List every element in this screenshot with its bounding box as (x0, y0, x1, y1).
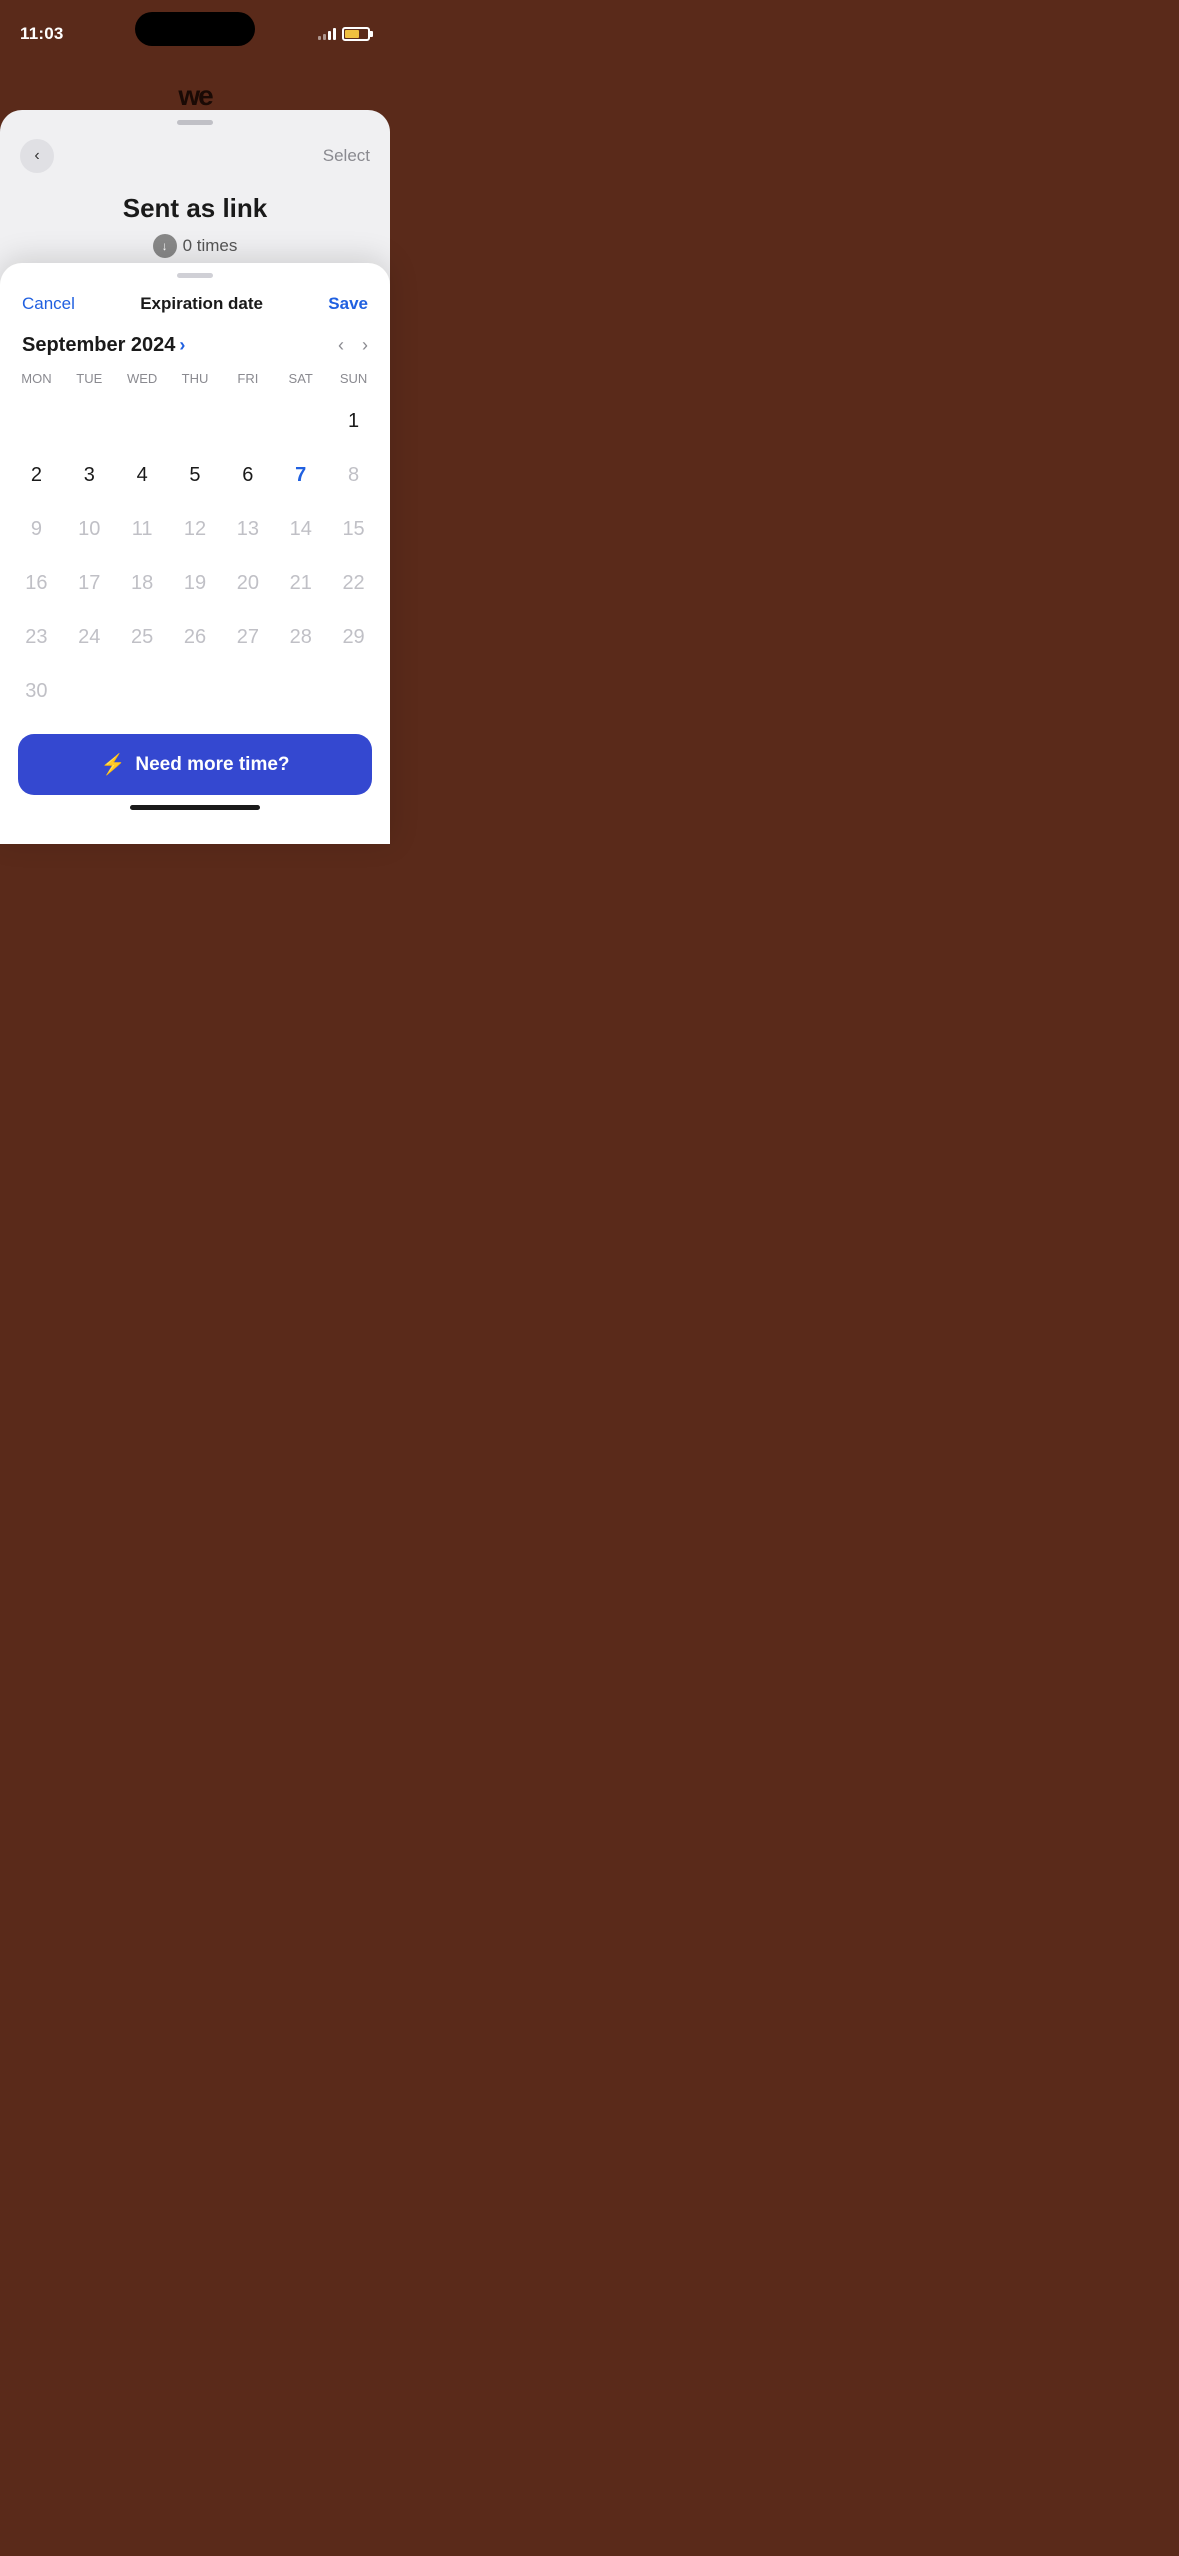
cal-day-28[interactable]: 28 (274, 614, 327, 660)
cal-empty (63, 398, 116, 444)
cal-day-24[interactable]: 24 (63, 614, 116, 660)
cal-day-10[interactable]: 10 (63, 506, 116, 552)
cal-day-30[interactable]: 30 (10, 668, 63, 714)
cal-day-4[interactable]: 4 (116, 452, 169, 498)
home-indicator (130, 805, 260, 810)
month-nav-arrows: ‹ › (338, 335, 368, 356)
cal-day-9[interactable]: 9 (10, 506, 63, 552)
sent-title: Sent as link (20, 193, 370, 224)
calendar-week-1: 1 (0, 394, 390, 448)
cal-day-16[interactable]: 16 (10, 560, 63, 606)
next-month-button[interactable]: › (362, 335, 368, 356)
cal-day-8[interactable]: 8 (327, 452, 380, 498)
cal-empty (274, 398, 327, 444)
month-navigation: September 2024 › ‹ › (0, 322, 390, 363)
cal-day-12[interactable]: 12 (169, 506, 222, 552)
calendar-week-6: 30 (0, 664, 390, 718)
calendar-week-4: 16 17 18 19 20 21 22 (0, 556, 390, 610)
calendar-week-3: 9 10 11 12 13 14 15 (0, 502, 390, 556)
cal-day-29[interactable]: 29 (327, 614, 380, 660)
calendar-header: Cancel Expiration date Save (0, 278, 390, 322)
weekday-row: MON TUE WED THU FRI SAT SUN (0, 363, 390, 394)
download-count: 0 times (183, 236, 238, 256)
cal-day-22[interactable]: 22 (327, 560, 380, 606)
status-time: 11:03 (20, 24, 64, 44)
cal-empty (274, 668, 327, 714)
expiration-date-title: Expiration date (140, 294, 263, 314)
logo-area: we (0, 80, 390, 112)
cal-day-5[interactable]: 5 (169, 452, 222, 498)
weekday-wed: WED (116, 367, 169, 390)
cal-day-7-selected[interactable]: 7 (274, 452, 327, 498)
download-icon: ↓ (153, 234, 177, 258)
cal-empty (10, 398, 63, 444)
battery-icon (342, 27, 370, 41)
cal-day-19[interactable]: 19 (169, 560, 222, 606)
weekday-sat: SAT (274, 367, 327, 390)
cal-day-18[interactable]: 18 (116, 560, 169, 606)
cal-day-20[interactable]: 20 (221, 560, 274, 606)
cal-empty (221, 398, 274, 444)
weekday-mon: MON (10, 367, 63, 390)
cal-empty (116, 398, 169, 444)
cal-day-23[interactable]: 23 (10, 614, 63, 660)
cal-day-27[interactable]: 27 (221, 614, 274, 660)
dynamic-island (135, 12, 255, 46)
cal-empty (169, 668, 222, 714)
cal-empty (327, 668, 380, 714)
cal-day-11[interactable]: 11 (116, 506, 169, 552)
weekday-fri: FRI (221, 367, 274, 390)
app-logo: we (178, 80, 211, 112)
cal-day-2[interactable]: 2 (10, 452, 63, 498)
save-button[interactable]: Save (328, 294, 368, 314)
weekday-thu: THU (169, 367, 222, 390)
cal-day-21[interactable]: 21 (274, 560, 327, 606)
cal-day-25[interactable]: 25 (116, 614, 169, 660)
month-label: September 2024 (22, 334, 175, 357)
weekday-sun: SUN (327, 367, 380, 390)
cal-day-3[interactable]: 3 (63, 452, 116, 498)
cal-empty (169, 398, 222, 444)
back-button[interactable]: ‹ (20, 139, 54, 173)
cal-day-14[interactable]: 14 (274, 506, 327, 552)
signal-icon (318, 28, 336, 40)
cal-day-6[interactable]: 6 (221, 452, 274, 498)
select-button[interactable]: Select (323, 142, 370, 170)
month-title: September 2024 › (22, 334, 185, 357)
weekday-tue: TUE (63, 367, 116, 390)
cal-empty (63, 668, 116, 714)
calendar-week-2: 2 3 4 5 6 7 8 (0, 448, 390, 502)
month-expand-icon[interactable]: › (179, 335, 185, 356)
prev-month-button[interactable]: ‹ (338, 335, 344, 356)
cal-day-13[interactable]: 13 (221, 506, 274, 552)
cal-empty (221, 668, 274, 714)
cal-day-17[interactable]: 17 (63, 560, 116, 606)
cal-day-1[interactable]: 1 (327, 398, 380, 444)
back-arrow-icon: ‹ (34, 148, 39, 164)
cal-day-15[interactable]: 15 (327, 506, 380, 552)
bolt-icon: ⚡ (100, 752, 125, 777)
calendar-week-5: 23 24 25 26 27 28 29 (0, 610, 390, 664)
need-more-time-label: Need more time? (135, 754, 289, 776)
cal-day-26[interactable]: 26 (169, 614, 222, 660)
need-more-time-button[interactable]: ⚡ Need more time? (18, 734, 372, 795)
calendar-sheet: Cancel Expiration date Save September 20… (0, 263, 390, 844)
cal-empty (116, 668, 169, 714)
cancel-button[interactable]: Cancel (22, 294, 75, 314)
sheet-nav: ‹ Select (0, 125, 390, 183)
status-right (318, 27, 370, 41)
times-row: ↓ 0 times (20, 234, 370, 258)
